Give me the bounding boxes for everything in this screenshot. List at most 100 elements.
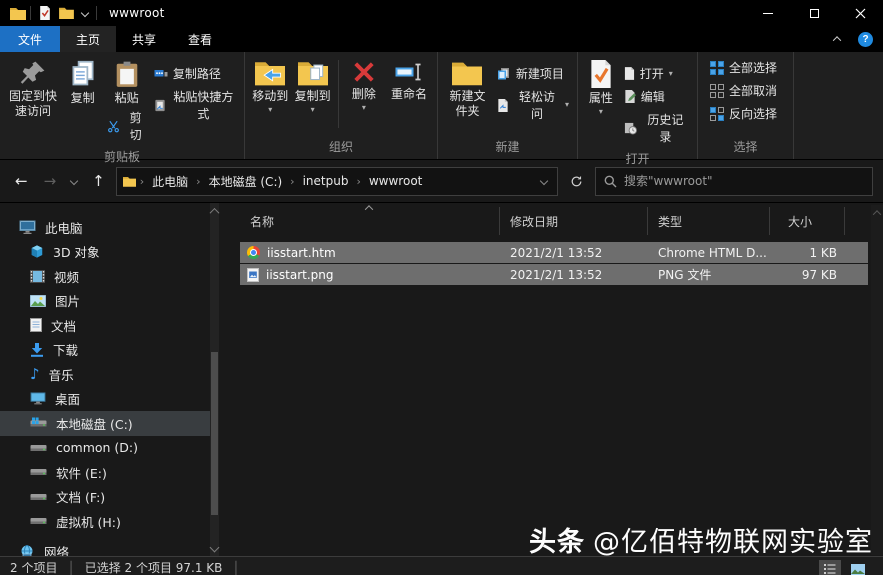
main-area: 此电脑 3D 对象 视频 图片 文档 下载 ♪ [0, 203, 883, 557]
rename-icon [394, 60, 424, 84]
tab-home[interactable]: 主页 [60, 26, 116, 52]
status-separator: │ [67, 561, 74, 575]
qat-separator [96, 6, 97, 20]
sidebar-item-software-e[interactable]: 软件 (E:) [0, 460, 211, 485]
copy-path-icon [154, 67, 168, 80]
scroll-up-icon[interactable] [210, 208, 220, 218]
copy-path-button[interactable]: 复制路径 [150, 62, 225, 85]
properties-icon [589, 60, 613, 88]
watermark-handle: @亿佰特物联网实验室 [593, 527, 873, 558]
search-input[interactable] [624, 174, 864, 188]
maximize-button[interactable] [791, 0, 837, 26]
column-header-type[interactable]: 类型 [648, 207, 770, 235]
details-view-icon [824, 563, 836, 575]
qat-customize-button[interactable] [78, 8, 92, 18]
sidebar-item-this-pc[interactable]: 此电脑 [0, 215, 211, 240]
copy-to-button[interactable]: 复制到 ▾ [291, 56, 333, 113]
chevron-down-icon [540, 177, 548, 185]
history-button[interactable]: 历史记录 [620, 108, 693, 148]
tab-view[interactable]: 查看 [172, 26, 228, 52]
large-icons-view-button[interactable] [847, 560, 869, 575]
minimize-icon [763, 13, 773, 14]
titlebar: wwwroot [0, 0, 883, 26]
close-button[interactable] [837, 0, 883, 26]
sidebar-item-videos[interactable]: 视频 [0, 264, 211, 289]
qat-properties-button[interactable] [35, 4, 55, 22]
cut-button[interactable]: 剪切 [103, 106, 150, 146]
sidebar-item-desktop[interactable]: 桌面 [0, 387, 211, 412]
tab-file[interactable]: 文件 [0, 26, 60, 52]
forward-button[interactable]: → [39, 170, 62, 192]
desktop-icon [30, 392, 46, 405]
sidebar-item-pictures[interactable]: 图片 [0, 289, 211, 314]
open-file-icon [624, 67, 635, 80]
help-button[interactable]: ? [854, 30, 877, 49]
column-header-size[interactable]: 大小 [770, 207, 845, 235]
file-list-scrollbar[interactable] [871, 205, 883, 555]
scissors-icon [107, 120, 120, 133]
easy-access-button[interactable]: 轻松访问 ▾ [493, 85, 573, 125]
rename-button[interactable]: 重命名 [385, 56, 433, 102]
sidebar-item-local-disk-c[interactable]: 本地磁盘 (C:) [0, 411, 211, 436]
paste-shortcut-button[interactable]: 粘贴快捷方式 [150, 85, 240, 125]
minimize-button[interactable] [745, 0, 791, 26]
sidebar-item-downloads[interactable]: 下载 [0, 338, 211, 363]
scroll-up-icon[interactable] [873, 210, 881, 218]
breadcrumb-local-disk-c[interactable]: 本地磁盘 (C:) [205, 171, 287, 192]
paste-button[interactable]: 粘贴 [104, 56, 150, 106]
chrome-icon [247, 246, 260, 259]
up-button[interactable]: ↑ [87, 170, 110, 192]
collapse-ribbon-button[interactable] [830, 34, 844, 44]
column-header-date[interactable]: 修改日期 [500, 207, 648, 235]
sidebar-item-vm-h[interactable]: 虚拟机 (H:) [0, 509, 211, 534]
scroll-down-icon[interactable] [210, 543, 220, 553]
breadcrumb-wwwroot[interactable]: wwwroot [365, 172, 427, 190]
breadcrumb-separator: › [356, 175, 360, 188]
sidebar-item-3d-objects[interactable]: 3D 对象 [0, 240, 211, 265]
qat-new-folder-button[interactable] [55, 5, 78, 21]
sidebar-scrollbar[interactable] [210, 203, 219, 557]
details-view-button[interactable] [819, 560, 841, 575]
breadcrumb-this-pc[interactable]: 此电脑 [148, 171, 192, 192]
invert-selection-button[interactable]: 反向选择 [706, 102, 781, 125]
properties-button[interactable]: 属性 ▾ [582, 56, 620, 115]
sidebar-item-common-d[interactable]: common (D:) [0, 436, 211, 461]
open-button[interactable]: 打开 ▾ [620, 62, 677, 85]
delete-button[interactable]: 删除 ▾ [343, 56, 385, 111]
tab-share[interactable]: 共享 [116, 26, 172, 52]
ribbon-tabs: 文件 主页 共享 查看 ? [0, 26, 883, 52]
computer-icon [19, 220, 36, 235]
move-to-button[interactable]: 移动到 ▾ [249, 56, 291, 113]
recent-locations-button[interactable] [67, 176, 81, 186]
breadcrumb-separator: › [196, 175, 200, 188]
pin-to-quick-access-button[interactable]: 固定到快速访问 [4, 56, 62, 119]
sidebar-item-documents-f[interactable]: 文档 (F:) [0, 485, 211, 510]
paste-icon [115, 60, 139, 88]
address-bar[interactable]: › 此电脑 › 本地磁盘 (C:) › inetpub › wwwroot [116, 167, 558, 196]
file-name: iisstart.htm [267, 246, 336, 260]
select-none-button[interactable]: 全部取消 [706, 79, 781, 102]
qat-separator [30, 6, 31, 20]
breadcrumb-inetpub[interactable]: inetpub [299, 172, 353, 190]
dropdown-caret-icon: ▾ [565, 102, 569, 108]
table-row[interactable]: iisstart.htm 2021/2/1 13:52 Chrome HTML … [240, 242, 868, 263]
window-controls [745, 0, 883, 26]
select-all-button[interactable]: 全部选择 [706, 56, 781, 79]
maximize-icon [810, 9, 819, 18]
table-row[interactable]: iisstart.png 2021/2/1 13:52 PNG 文件 97 KB [240, 264, 868, 285]
scrollbar-thumb[interactable] [211, 352, 218, 515]
explorer-window: wwwroot 文件 主页 共享 查看 ? [0, 0, 883, 575]
sidebar-item-documents[interactable]: 文档 [0, 313, 211, 338]
sidebar-item-music[interactable]: ♪ 音乐 [0, 362, 211, 387]
edit-button[interactable]: 编辑 [620, 85, 669, 108]
address-dropdown-button[interactable] [537, 176, 551, 186]
copy-button[interactable]: 复制 [62, 56, 103, 106]
back-button[interactable]: ← [10, 170, 33, 192]
drive-icon [30, 515, 47, 527]
folder-icon [59, 7, 74, 19]
refresh-button[interactable] [564, 173, 589, 190]
new-folder-button[interactable]: 新建文件夹 [442, 56, 493, 119]
copy-icon [69, 60, 97, 88]
new-item-button[interactable]: 新建项目 [493, 62, 568, 85]
selection-info: 已选择 2 个项目 97.1 KB [85, 559, 223, 575]
